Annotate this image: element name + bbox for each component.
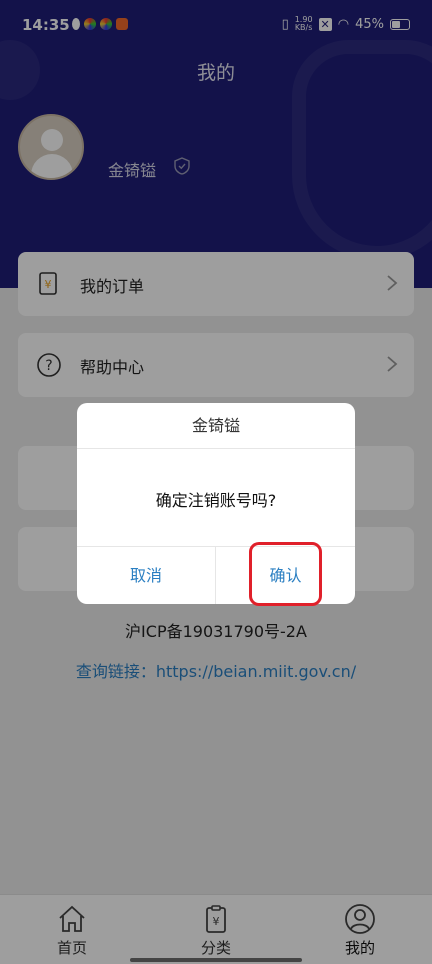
dialog-title: 金锜镒 xyxy=(77,403,355,449)
home-indicator[interactable] xyxy=(130,958,302,962)
highlight-annotation xyxy=(249,542,322,606)
cancel-button[interactable]: 取消 xyxy=(77,547,216,604)
dialog-message: 确定注销账号吗? xyxy=(155,491,277,510)
